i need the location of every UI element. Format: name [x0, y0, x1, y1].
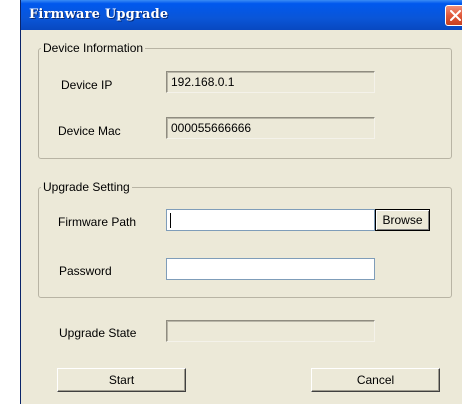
- password-label: Password: [59, 264, 112, 278]
- device-ip-field: 192.168.0.1: [166, 71, 375, 93]
- cancel-button[interactable]: Cancel: [311, 368, 440, 392]
- text-caret: [170, 213, 171, 228]
- device-mac-field: 000055666666: [166, 117, 375, 139]
- window-title: Firmware Upgrade: [29, 7, 169, 22]
- upgrade-setting-legend: Upgrade Setting: [43, 180, 130, 194]
- device-information-group: Device Information: [38, 41, 452, 159]
- close-button[interactable]: [445, 5, 462, 26]
- upgrade-state-label: Upgrade State: [59, 326, 137, 340]
- title-bar[interactable]: Firmware Upgrade: [21, 0, 462, 30]
- firmware-path-input[interactable]: [166, 209, 375, 231]
- upgrade-setting-group: Upgrade Setting: [38, 180, 452, 298]
- close-icon: [450, 10, 461, 21]
- device-information-legend: Device Information: [43, 41, 144, 55]
- browse-button[interactable]: Browse: [375, 209, 430, 231]
- upgrade-state-field: [166, 320, 375, 342]
- firmware-path-label: Firmware Path: [58, 215, 137, 229]
- password-input[interactable]: [166, 258, 375, 280]
- device-mac-label: Device Mac: [58, 124, 121, 138]
- firmware-upgrade-dialog: Firmware Upgrade Device Information Devi…: [20, 0, 462, 404]
- device-ip-label: Device IP: [61, 78, 113, 92]
- start-button[interactable]: Start: [57, 368, 186, 392]
